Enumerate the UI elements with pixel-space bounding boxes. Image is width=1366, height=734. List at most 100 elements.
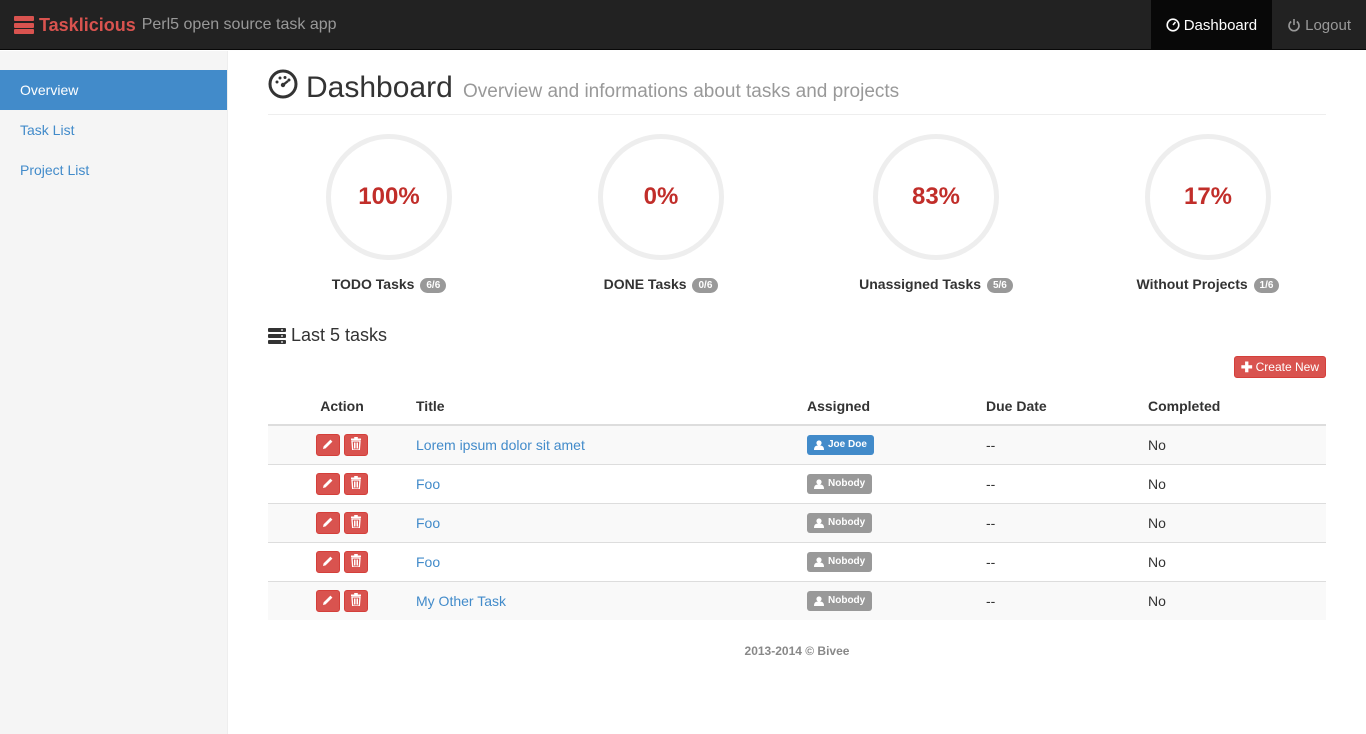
due-date: -- xyxy=(986,502,1148,542)
sidebar: Overview Task List Project List xyxy=(0,51,228,734)
user-icon xyxy=(814,517,824,528)
table-row: Lorem ipsum dolor sit amet Joe Doe -- No xyxy=(268,424,1326,464)
assignee-name: Nobody xyxy=(828,595,866,607)
assignee-name: Nobody xyxy=(828,517,866,528)
stat-todo: 100% TODO Tasks 6/6 xyxy=(289,134,489,293)
dashboard-icon xyxy=(1166,18,1180,32)
delete-button[interactable] xyxy=(344,589,368,612)
pencil-icon xyxy=(322,437,334,453)
plus-icon: ✚ xyxy=(1240,358,1253,375)
edit-button[interactable] xyxy=(316,511,340,534)
stat-unassigned: 83% Unassigned Tasks 5/6 xyxy=(836,134,1036,293)
assignee-label: Nobody xyxy=(807,512,873,533)
stat-done: 0% DONE Tasks 0/6 xyxy=(561,134,761,293)
user-icon xyxy=(814,556,824,567)
page-header: Dashboard Overview and informations abou… xyxy=(268,51,1326,115)
completed-status: No xyxy=(1148,580,1326,620)
nav-dashboard-label: Dashboard xyxy=(1183,16,1258,34)
edit-button[interactable] xyxy=(316,589,340,612)
completed-status: No xyxy=(1148,424,1326,464)
stat-circle: 100% xyxy=(326,134,452,260)
stat-badge: 0/6 xyxy=(692,278,719,293)
brand-name[interactable]: Tasklicious xyxy=(39,15,136,36)
brand[interactable]: Tasklicious Perl5 open source task app xyxy=(14,0,337,50)
due-date: -- xyxy=(986,463,1148,503)
completed-status: No xyxy=(1148,541,1326,581)
delete-button[interactable] xyxy=(344,550,368,573)
column-header: Due Date xyxy=(986,387,1148,426)
top-navbar: Tasklicious Perl5 open source task app D… xyxy=(0,0,1366,50)
task-title-link[interactable]: Foo xyxy=(416,515,440,531)
pencil-icon xyxy=(322,593,334,609)
delete-button[interactable] xyxy=(344,433,368,456)
column-header: Completed xyxy=(1148,387,1326,426)
create-new-button[interactable]: ✚ Create New xyxy=(1233,356,1326,378)
completed-status: No xyxy=(1148,463,1326,503)
tasks-table: Action Title Assigned Due Date Completed xyxy=(268,387,1326,620)
table-row: Foo Nobody -- No xyxy=(268,463,1326,503)
delete-button[interactable] xyxy=(344,472,368,495)
due-date: -- xyxy=(986,541,1148,581)
assignee-name: Joe Doe xyxy=(828,439,867,451)
pencil-icon xyxy=(322,476,334,492)
user-icon xyxy=(814,596,824,606)
column-header: Action xyxy=(268,387,416,426)
table-header-row: Action Title Assigned Due Date Completed xyxy=(268,387,1326,426)
assignee-name: Nobody xyxy=(828,556,866,567)
assignee-name: Nobody xyxy=(828,478,866,489)
stat-label: DONE Tasks xyxy=(603,276,687,292)
stat-badge: 5/6 xyxy=(986,278,1013,293)
assignee-label: Nobody xyxy=(807,551,873,572)
column-header: Assigned xyxy=(807,387,986,426)
create-new-label: Create New xyxy=(1255,360,1319,374)
stat-label: Unassigned Tasks xyxy=(859,276,982,292)
brand-tagline: Perl5 open source task app xyxy=(141,16,337,33)
footer: 2013-2014 © Bivee xyxy=(744,644,850,658)
pencil-icon xyxy=(322,554,334,570)
section-title-text: Last 5 tasks xyxy=(291,325,388,345)
main-content: Dashboard Overview and informations abou… xyxy=(268,51,1326,658)
task-title-link[interactable]: Foo xyxy=(416,476,440,492)
tasks-icon xyxy=(268,327,286,344)
tasks-icon xyxy=(14,16,34,34)
user-icon xyxy=(814,478,824,489)
delete-button[interactable] xyxy=(344,511,368,534)
sidebar-item-task-list[interactable]: Task List xyxy=(0,110,227,150)
nav-dashboard-link[interactable]: Dashboard xyxy=(1150,0,1273,50)
due-date: -- xyxy=(986,424,1148,464)
assignee-label: Joe Doe xyxy=(807,434,874,455)
assignee-label: Nobody xyxy=(807,590,873,611)
task-title-link[interactable]: Foo xyxy=(416,554,440,570)
user-icon xyxy=(814,440,824,450)
edit-button[interactable] xyxy=(316,550,340,573)
table-row: Foo Nobody -- No xyxy=(268,502,1326,542)
page-title: Dashboard xyxy=(306,71,453,104)
assignee-label: Nobody xyxy=(807,473,873,494)
navbar-right: Dashboard Logout xyxy=(1150,0,1366,50)
section-title: Last 5 tasks xyxy=(268,325,387,346)
table-row: Foo Nobody -- No xyxy=(268,541,1326,581)
trash-icon xyxy=(350,592,362,609)
trash-icon xyxy=(350,553,362,570)
sidebar-item-project-list[interactable]: Project List xyxy=(0,150,227,190)
stat-label: Without Projects xyxy=(1136,276,1248,292)
edit-button[interactable] xyxy=(316,472,340,495)
column-header: Title xyxy=(416,387,807,426)
sidebar-item-overview[interactable]: Overview xyxy=(0,70,227,110)
nav-logout-link[interactable]: Logout xyxy=(1272,0,1366,50)
task-title-link[interactable]: Lorem ipsum dolor sit amet xyxy=(416,437,585,453)
trash-icon xyxy=(350,514,362,531)
page-subtitle: Overview and informations about tasks an… xyxy=(463,81,900,102)
edit-button[interactable] xyxy=(316,433,340,456)
stat-circle: 0% xyxy=(598,134,724,260)
task-title-link[interactable]: My Other Task xyxy=(416,593,506,609)
stat-circle: 83% xyxy=(873,134,999,260)
dashboard-icon xyxy=(268,69,298,102)
stat-badge: 1/6 xyxy=(1253,278,1280,293)
stat-label: TODO Tasks xyxy=(331,276,415,292)
table-row: My Other Task Nobody -- No xyxy=(268,580,1326,620)
due-date: -- xyxy=(986,580,1148,620)
nav-logout-label: Logout xyxy=(1305,16,1351,34)
stat-without-projects: 17% Without Projects 1/6 xyxy=(1108,134,1308,293)
power-icon xyxy=(1287,18,1301,32)
